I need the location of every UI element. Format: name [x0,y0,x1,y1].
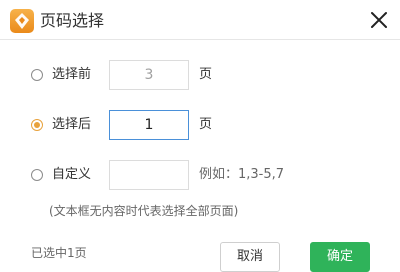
before-page-input[interactable] [109,60,189,90]
after-unit-label: 页 [199,117,213,132]
cancel-button[interactable]: 取消 [220,242,280,272]
dialog-title: 页码选择 [40,11,105,30]
before-unit-label: 页 [199,67,213,82]
title-bar: 页码选择 [0,0,400,40]
selected-count-status: 已选中1页 [31,246,87,260]
radio-after[interactable] [31,119,43,131]
custom-range-input[interactable] [109,160,189,190]
empty-field-note: (文本框无内容时代表选择全部页面) [49,204,239,218]
after-page-input[interactable] [109,110,189,140]
option-after-label: 选择后 [52,117,92,132]
radio-before[interactable] [31,69,43,81]
close-icon[interactable] [366,7,392,33]
app-logo-icon [10,9,34,33]
confirm-button[interactable]: 确定 [310,242,370,272]
option-custom-label: 自定义 [52,167,92,182]
radio-custom[interactable] [31,169,43,181]
page-select-dialog: 页码选择 选择前 页 选择后 页 自定义 例如：1,3-5,7 (文本框无内容时… [0,0,400,272]
option-before-label: 选择前 [52,67,92,82]
custom-example-text: 例如：1,3-5,7 [199,167,285,182]
